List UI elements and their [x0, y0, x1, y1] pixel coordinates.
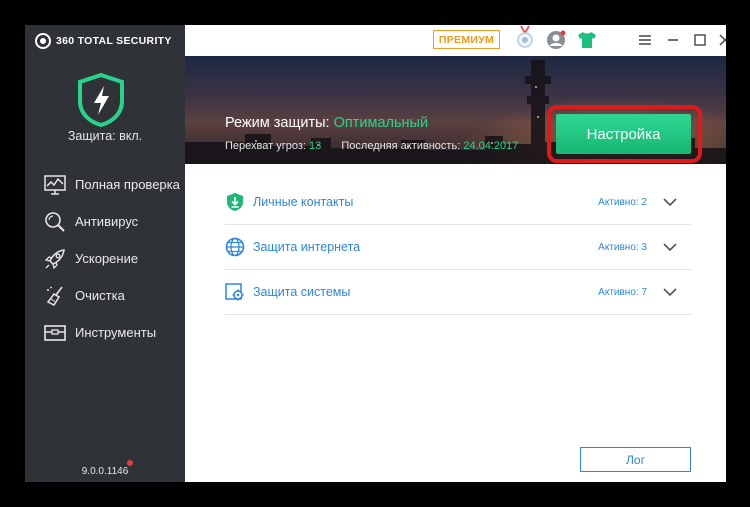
- chevron-down-icon[interactable]: [663, 285, 677, 299]
- list-item-system[interactable]: Защита системы Активно: 7: [225, 270, 691, 315]
- protection-list: Личные контакты Активно: 2 Защита интерн…: [225, 180, 691, 315]
- sidebar-item-tools[interactable]: Инструменты: [25, 314, 185, 351]
- avatar-icon[interactable]: [546, 30, 566, 50]
- close-icon[interactable]: [715, 30, 726, 50]
- toolbox-icon: [44, 322, 66, 344]
- active-count: Активно: 7: [598, 286, 647, 298]
- chevron-down-icon[interactable]: [663, 240, 677, 254]
- protection-mode: Режим защиты: Оптимальный: [225, 115, 428, 131]
- sidebar-item-label: Инструменты: [75, 325, 157, 340]
- settings-button[interactable]: Настройка: [556, 114, 691, 154]
- chart-monitor-icon: [44, 174, 66, 196]
- app-window: 360 TOTAL SECURITY Защита: вкл. Полная п…: [25, 25, 726, 482]
- log-button[interactable]: Лог: [580, 447, 691, 472]
- protection-status: Защита: вкл.: [67, 129, 143, 143]
- last-activity-label: Последняя активность:: [341, 140, 461, 152]
- sidebar-item-label: Ускорение: [75, 251, 139, 266]
- banner-stats: Перехват угроз: 13 Последняя активность:…: [225, 140, 518, 152]
- protection-mode-value[interactable]: Оптимальный: [334, 115, 428, 131]
- menu-icon[interactable]: [635, 30, 655, 50]
- rocket-icon: [44, 248, 66, 270]
- medal-icon[interactable]: [515, 25, 535, 48]
- sidebar-item-cleanup[interactable]: Очистка: [25, 277, 185, 314]
- system-gear-icon: [225, 282, 245, 302]
- magnifier-icon: [44, 211, 66, 233]
- sidebar-item-full-scan[interactable]: Полная проверка: [25, 166, 185, 203]
- sidebar-nav: Полная проверка Антивирус Ускорение Очис…: [25, 166, 185, 351]
- broom-icon: [44, 285, 66, 307]
- update-dot-icon: [127, 460, 133, 466]
- sidebar-item-speedup[interactable]: Ускорение: [25, 240, 185, 277]
- sidebar-item-antivirus[interactable]: Антивирус: [25, 203, 185, 240]
- tshirt-icon[interactable]: [577, 30, 597, 50]
- premium-badge[interactable]: ПРЕМИУМ: [433, 30, 500, 49]
- active-count: Активно: 3: [598, 241, 647, 253]
- sidebar-item-label: Полная проверка: [75, 177, 180, 192]
- threats-label: Перехват угроз:: [225, 140, 306, 152]
- last-activity-value: 24.04.2017: [463, 140, 519, 152]
- brand-name: 360 TOTAL SECURITY: [56, 35, 172, 47]
- chevron-down-icon[interactable]: [663, 195, 677, 209]
- globe-icon: [225, 237, 245, 257]
- active-count: Активно: 2: [598, 196, 647, 208]
- sidebar: 360 TOTAL SECURITY Защита: вкл. Полная п…: [25, 25, 185, 482]
- status-banner: Режим защиты: Оптимальный Перехват угроз…: [185, 56, 726, 164]
- list-item-label: Личные контакты: [253, 195, 354, 209]
- threats-value: 13: [309, 140, 322, 152]
- list-item-contacts[interactable]: Личные контакты Активно: 2: [225, 180, 691, 225]
- list-item-internet[interactable]: Защита интернета Активно: 3: [225, 225, 691, 270]
- shield-download-icon: [225, 192, 245, 212]
- shield-bolt-icon[interactable]: [77, 72, 125, 128]
- list-item-label: Защита системы: [253, 285, 351, 299]
- minimize-icon[interactable]: [663, 30, 683, 50]
- version-label: 9.0.0.1146: [81, 466, 129, 477]
- protection-mode-label: Режим защиты:: [225, 115, 330, 131]
- brand: 360 TOTAL SECURITY: [35, 32, 172, 50]
- list-item-label: Защита интернета: [253, 240, 361, 254]
- sidebar-item-label: Антивирус: [75, 214, 139, 229]
- title-bar: ПРЕМИУМ: [185, 25, 726, 56]
- sidebar-item-label: Очистка: [75, 288, 125, 303]
- brand-logo-icon: [35, 33, 51, 49]
- maximize-icon[interactable]: [690, 30, 710, 50]
